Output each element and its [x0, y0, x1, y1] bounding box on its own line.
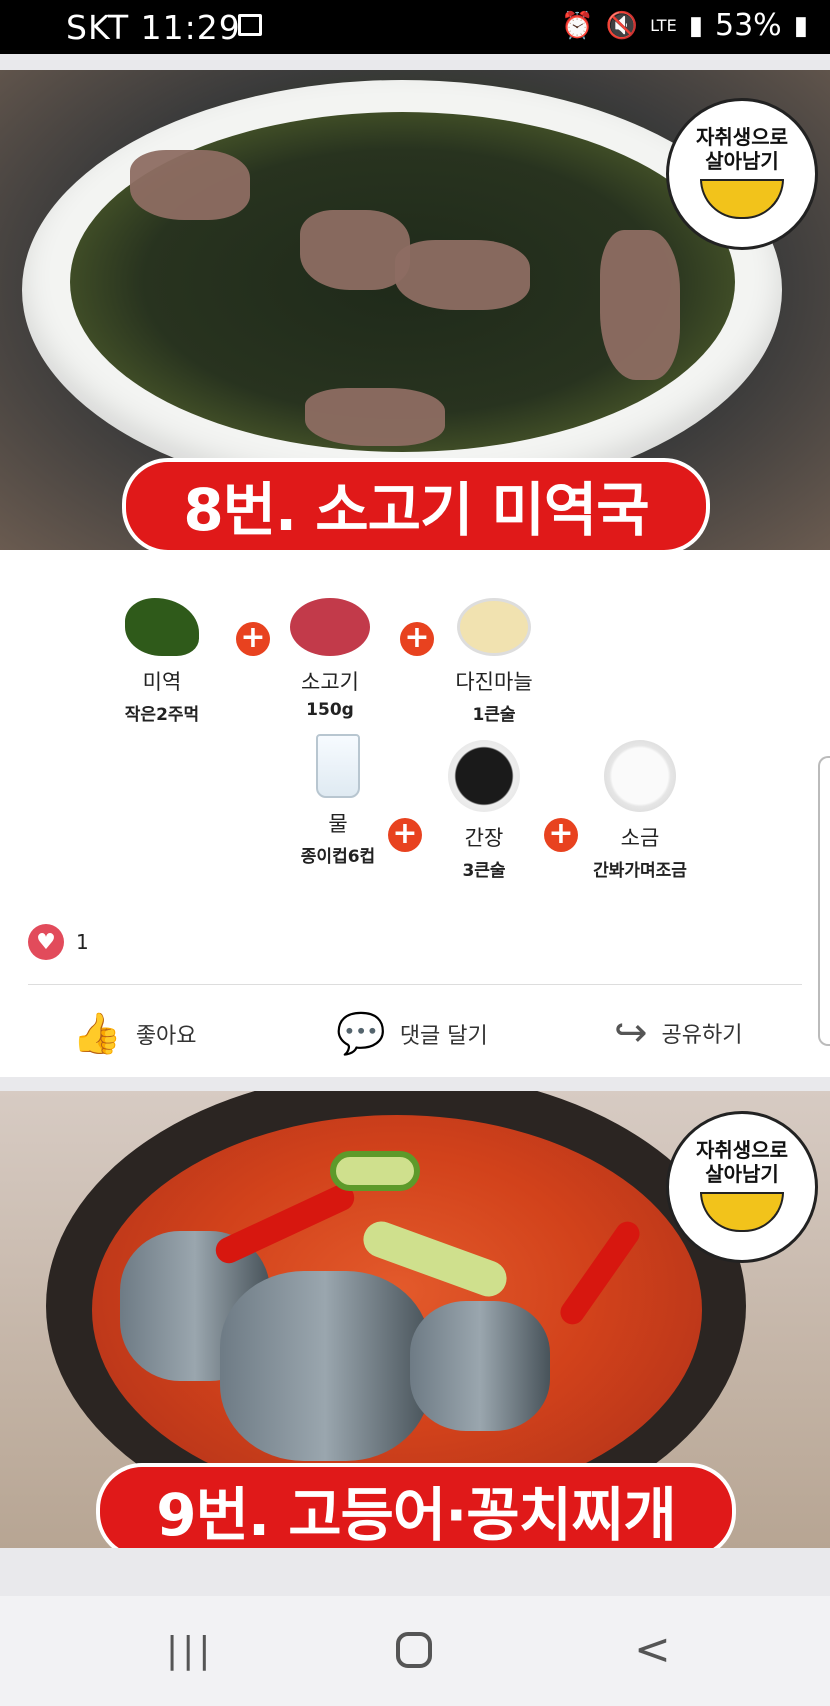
garlic-icon [457, 598, 531, 656]
share-button[interactable]: ↪ 공유하기 [614, 1010, 742, 1056]
battery-icon: ▮ [793, 10, 808, 41]
status-icons: ⏰ 🔇 LTE ▮ 53% ▮ [561, 8, 808, 43]
recipe-title: 9번. 고등어·꽁치찌개 [96, 1463, 736, 1548]
ingredient-beef: 소고기 150g [240, 598, 420, 720]
mute-icon: 🔇 [605, 10, 639, 41]
recent-apps-icon[interactable]: ||| [166, 1630, 214, 1671]
carrier-time: SKT 11:29 [66, 8, 241, 47]
post-actions: 👍 좋아요 💬 댓글 달기 ↪ 공유하기 [0, 1010, 830, 1070]
back-icon[interactable]: < [634, 1624, 671, 1675]
noodle-bowl-icon [700, 1192, 784, 1232]
badge-line2: 살아남기 [705, 1162, 779, 1186]
beef-piece [305, 388, 445, 446]
noodle-bowl-icon [700, 179, 784, 219]
reaction-summary[interactable]: ♥ 1 [28, 924, 89, 960]
post-card: 자취생으로 살아남기 9번. 고등어·꽁치찌개 [0, 1091, 830, 1548]
water-glass-icon [316, 734, 360, 798]
alarm-icon: ⏰ [561, 10, 594, 41]
like-button[interactable]: 👍 좋아요 [72, 1010, 197, 1057]
beef-icon [290, 598, 370, 656]
badge-line2: 살아남기 [705, 149, 779, 173]
salt-icon [604, 740, 676, 812]
thumbs-up-icon: 👍 [72, 1011, 122, 1057]
battery-percent: 53% [715, 8, 782, 43]
share-arrow-icon: ↪ [614, 1010, 648, 1056]
green-onion-slice [330, 1151, 420, 1191]
heart-icon: ♥ [28, 924, 64, 960]
seaweed-icon [125, 598, 199, 656]
feed[interactable]: 자취생으로 살아남기 8번. 소고기 미역국 미역 작은2주먹 + 소고기 15… [0, 54, 830, 1548]
image-notification-icon [238, 14, 262, 36]
badge-line1: 자취생으로 [696, 125, 788, 149]
signal-icon: ▮ [688, 10, 703, 41]
brand-badge: 자취생으로 살아남기 [666, 98, 818, 250]
divider [28, 984, 802, 985]
network-label: LTE [650, 15, 677, 35]
ingredient-seaweed: 미역 작은2주먹 [72, 598, 252, 725]
speech-bubble-icon: 💬 [336, 1011, 386, 1057]
like-label: 좋아요 [135, 1023, 197, 1049]
comment-button[interactable]: 💬 댓글 달기 [336, 1010, 488, 1057]
beef-piece [130, 150, 250, 220]
ingredient-garlic: 다진마늘 1큰술 [404, 598, 584, 725]
beef-piece [395, 240, 530, 310]
comment-label: 댓글 달기 [399, 1023, 488, 1049]
status-bar: SKT 11:29 ⏰ 🔇 LTE ▮ 53% ▮ [0, 0, 830, 54]
post-card: 자취생으로 살아남기 8번. 소고기 미역국 미역 작은2주먹 + 소고기 15… [0, 70, 830, 1077]
beef-piece [600, 230, 680, 380]
navigation-bar: ||| < [0, 1596, 830, 1706]
ingredient-soy-sauce: 간장 3큰술 [394, 740, 574, 881]
brand-badge: 자취생으로 살아남기 [666, 1111, 818, 1263]
ingredient-salt: 소금 간봐가며조금 [550, 740, 730, 881]
recipe-title: 8번. 소고기 미역국 [122, 458, 710, 554]
fish-piece [220, 1271, 430, 1461]
scroll-handle[interactable] [818, 756, 830, 1046]
like-count: 1 [76, 930, 89, 954]
beef-piece [300, 210, 410, 290]
home-icon[interactable] [396, 1632, 432, 1668]
badge-line1: 자취생으로 [696, 1138, 788, 1162]
soy-sauce-icon [448, 740, 520, 812]
share-label: 공유하기 [661, 1023, 743, 1048]
fish-piece [410, 1301, 550, 1431]
